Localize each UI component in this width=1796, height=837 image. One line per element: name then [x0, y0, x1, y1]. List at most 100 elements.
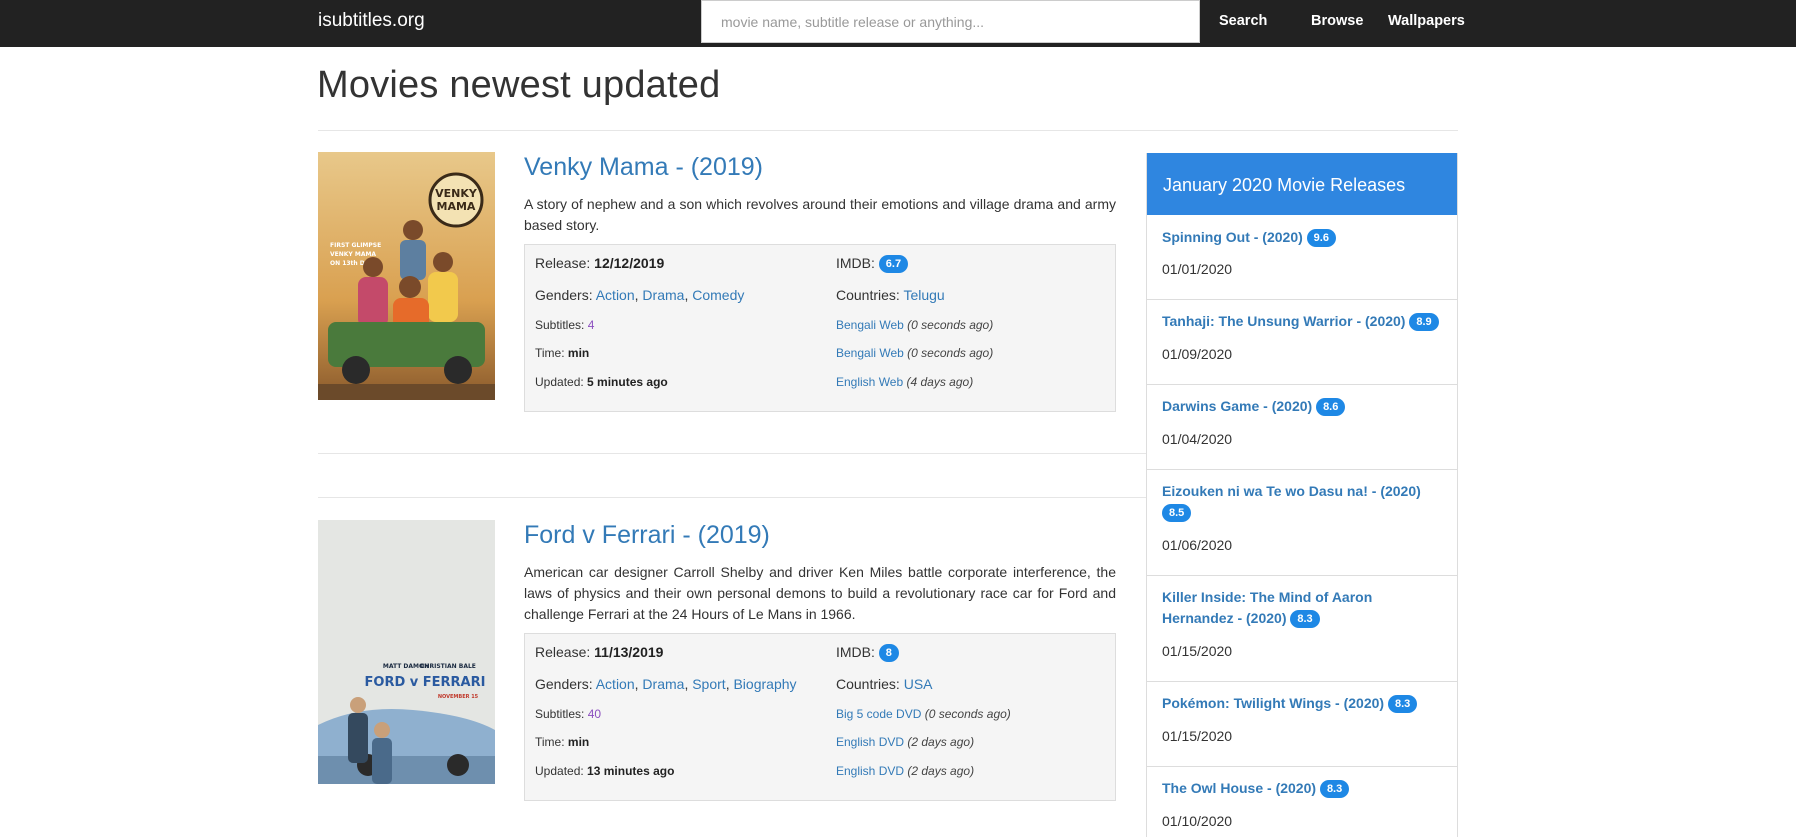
country-link[interactable]: USA — [904, 676, 933, 692]
subtitles-count: 4 — [587, 318, 595, 332]
subtitles-count: 40 — [587, 707, 602, 721]
rating-badge: 8.6 — [1316, 398, 1346, 417]
rating-badge: 8.3 — [1290, 610, 1320, 629]
subtitle-release-link[interactable]: Bengali Web — [836, 318, 904, 332]
sidebar-releases: January 2020 Movie Releases Spinning Out… — [1146, 153, 1458, 837]
subtitle-release-age: (2 days ago) — [907, 764, 975, 778]
release-title: Pokémon: Twilight Wings - (2020) 8.3 — [1162, 693, 1444, 714]
release-date: 01/09/2020 — [1162, 346, 1233, 362]
release-title: Spinning Out - (2020) 9.6 — [1162, 227, 1444, 248]
subtitle-release-row: English DVD (2 days ago) — [836, 764, 974, 778]
countries-label: Countries: — [836, 676, 900, 692]
sidebar-title: January 2020 Movie Releases — [1147, 153, 1457, 215]
subtitle-release-age: (0 seconds ago) — [907, 318, 994, 332]
movie-details-box: Release: 11/13/2019 IMDB: 8 Genders: Act… — [524, 633, 1116, 801]
rating-badge: 9.6 — [1306, 229, 1336, 248]
page-title: Movies newest updated — [317, 64, 721, 106]
updated-label: Updated: — [535, 764, 584, 778]
release-title-link[interactable]: Spinning Out - (2020) — [1162, 229, 1303, 245]
release-title: Eizouken ni wa Te wo Dasu na! - (2020) 8… — [1162, 481, 1444, 523]
rating-badge: 8.3 — [1319, 780, 1350, 799]
poster-caption: VENKY MAMA — [330, 251, 376, 258]
movie-poster-ford-v-ferrari[interactable]: MATT DAMON CHRISTIAN BALE FORD v FERRARI… — [318, 520, 495, 784]
movie-poster-venky-mama[interactable]: VENKY MAMA FIRST GLIMPSE VENKY MAMA ON 1… — [318, 152, 495, 400]
poster-logo-text: VENKY — [435, 187, 478, 200]
release-date: 01/15/2020 — [1162, 728, 1233, 744]
poster-caption: CHRISTIAN BALE — [420, 663, 476, 670]
release-label: Release: — [535, 644, 591, 660]
search-button[interactable]: Search — [1219, 13, 1267, 29]
release-title-link[interactable]: Pokémon: Twilight Wings - (2020) — [1162, 695, 1384, 711]
release-title-link[interactable]: The Owl House - (2020) — [1162, 780, 1316, 796]
genres-row: Genders: Action, Drama, Sport, Biography — [535, 676, 797, 692]
genre-link[interactable]: Drama — [642, 287, 684, 303]
subtitles-row: Subtitles: 40 — [535, 707, 601, 721]
subtitle-release-row: English Web (4 days ago) — [836, 375, 973, 389]
subtitle-release-age: (2 days ago) — [907, 735, 975, 749]
updated-row: Updated: 5 minutes ago — [535, 375, 668, 389]
imdb-badge: 6.7 — [878, 255, 909, 274]
release-title-link[interactable]: Eizouken ni wa Te wo Dasu na! - (2020) — [1162, 483, 1421, 499]
genre-link[interactable]: Comedy — [692, 287, 744, 303]
genre-link[interactable]: Action — [596, 676, 635, 692]
subtitle-release-link[interactable]: Big 5 code DVD — [836, 707, 921, 721]
poster-image: MATT DAMON CHRISTIAN BALE FORD v FERRARI… — [318, 520, 495, 784]
release-row: Release: 11/13/2019 — [535, 644, 663, 660]
updated-label: Updated: — [535, 375, 584, 389]
sidebar-release-item: Killer Inside: The Mind of Aaron Hernand… — [1147, 576, 1457, 682]
updated-value: 5 minutes ago — [587, 375, 668, 389]
rating-badge: 8.3 — [1387, 695, 1418, 714]
top-navbar: isubtitles.org Search Browse Wallpapers — [0, 0, 1796, 47]
time-label: Time: — [535, 735, 565, 749]
rating-badge: 8.9 — [1409, 313, 1439, 332]
country-link[interactable]: Telugu — [903, 287, 944, 303]
updated-value: 13 minutes ago — [587, 764, 675, 778]
movie-title-link[interactable]: Venky Mama - (2019) — [524, 152, 1116, 182]
subtitles-label: Subtitles: — [535, 707, 585, 721]
genre-link[interactable]: Sport — [692, 676, 725, 692]
imdb-row: IMDB: 6.7 — [836, 255, 909, 274]
poster-title: FORD v FERRARI — [365, 675, 486, 690]
release-title: Darwins Game - (2020) 8.6 — [1162, 396, 1444, 417]
release-title-link[interactable]: Tanhaji: The Unsung Warrior - (2020) — [1162, 313, 1405, 329]
movie-title-link[interactable]: Ford v Ferrari - (2019) — [524, 520, 1116, 550]
release-title-link[interactable]: Killer Inside: The Mind of Aaron Hernand… — [1162, 589, 1372, 626]
sidebar-release-item: The Owl House - (2020) 8.3 01/10/2020 — [1147, 767, 1457, 837]
genre-link[interactable]: Biography — [733, 676, 796, 692]
site-brand-link[interactable]: isubtitles.org — [318, 10, 425, 32]
release-title: Tanhaji: The Unsung Warrior - (2020) 8.9 — [1162, 311, 1444, 332]
nav-wallpapers-link[interactable]: Wallpapers — [1388, 13, 1465, 29]
time-value: min — [567, 735, 590, 749]
release-date: 11/13/2019 — [594, 644, 664, 660]
subtitle-release-row: English DVD (2 days ago) — [836, 735, 974, 749]
subtitle-release-link[interactable]: Bengali Web — [836, 346, 904, 360]
updated-row: Updated: 13 minutes ago — [535, 764, 674, 778]
release-title-link[interactable]: Darwins Game - (2020) — [1162, 398, 1312, 414]
genre-link[interactable]: Drama — [642, 676, 684, 692]
subtitle-release-link[interactable]: English DVD — [836, 735, 904, 749]
release-title: Killer Inside: The Mind of Aaron Hernand… — [1162, 587, 1444, 629]
movie-info: Ford v Ferrari - (2019) American car des… — [524, 520, 1116, 801]
movie-info: Venky Mama - (2019) A story of nephew an… — [524, 152, 1116, 412]
search-box — [701, 0, 1200, 43]
subtitle-release-link[interactable]: English Web — [836, 375, 903, 389]
rating-badge: 8.5 — [1162, 504, 1192, 523]
imdb-label: IMDB: — [836, 644, 875, 660]
time-value: min — [567, 346, 590, 360]
search-input[interactable] — [702, 1, 1199, 42]
genres-row: Genders: Action, Drama, Comedy — [535, 287, 745, 303]
subtitle-release-age: (0 seconds ago) — [907, 346, 994, 360]
nav-browse-link[interactable]: Browse — [1311, 13, 1363, 29]
subtitle-release-age: (4 days ago) — [906, 375, 974, 389]
sidebar-release-item: Pokémon: Twilight Wings - (2020) 8.3 01/… — [1147, 682, 1457, 767]
subtitle-release-link[interactable]: English DVD — [836, 764, 904, 778]
imdb-label: IMDB: — [836, 255, 875, 271]
sidebar-release-item: Darwins Game - (2020) 8.6 01/04/2020 — [1147, 385, 1457, 470]
release-date: 01/01/2020 — [1162, 261, 1233, 277]
genres-label: Genders: — [535, 287, 593, 303]
time-row: Time: min — [535, 346, 589, 360]
genres-label: Genders: — [535, 676, 593, 692]
genre-link[interactable]: Action — [596, 287, 635, 303]
poster-image: VENKY MAMA FIRST GLIMPSE VENKY MAMA ON 1… — [318, 152, 495, 400]
subtitle-release-row: Big 5 code DVD (0 seconds ago) — [836, 707, 1011, 721]
